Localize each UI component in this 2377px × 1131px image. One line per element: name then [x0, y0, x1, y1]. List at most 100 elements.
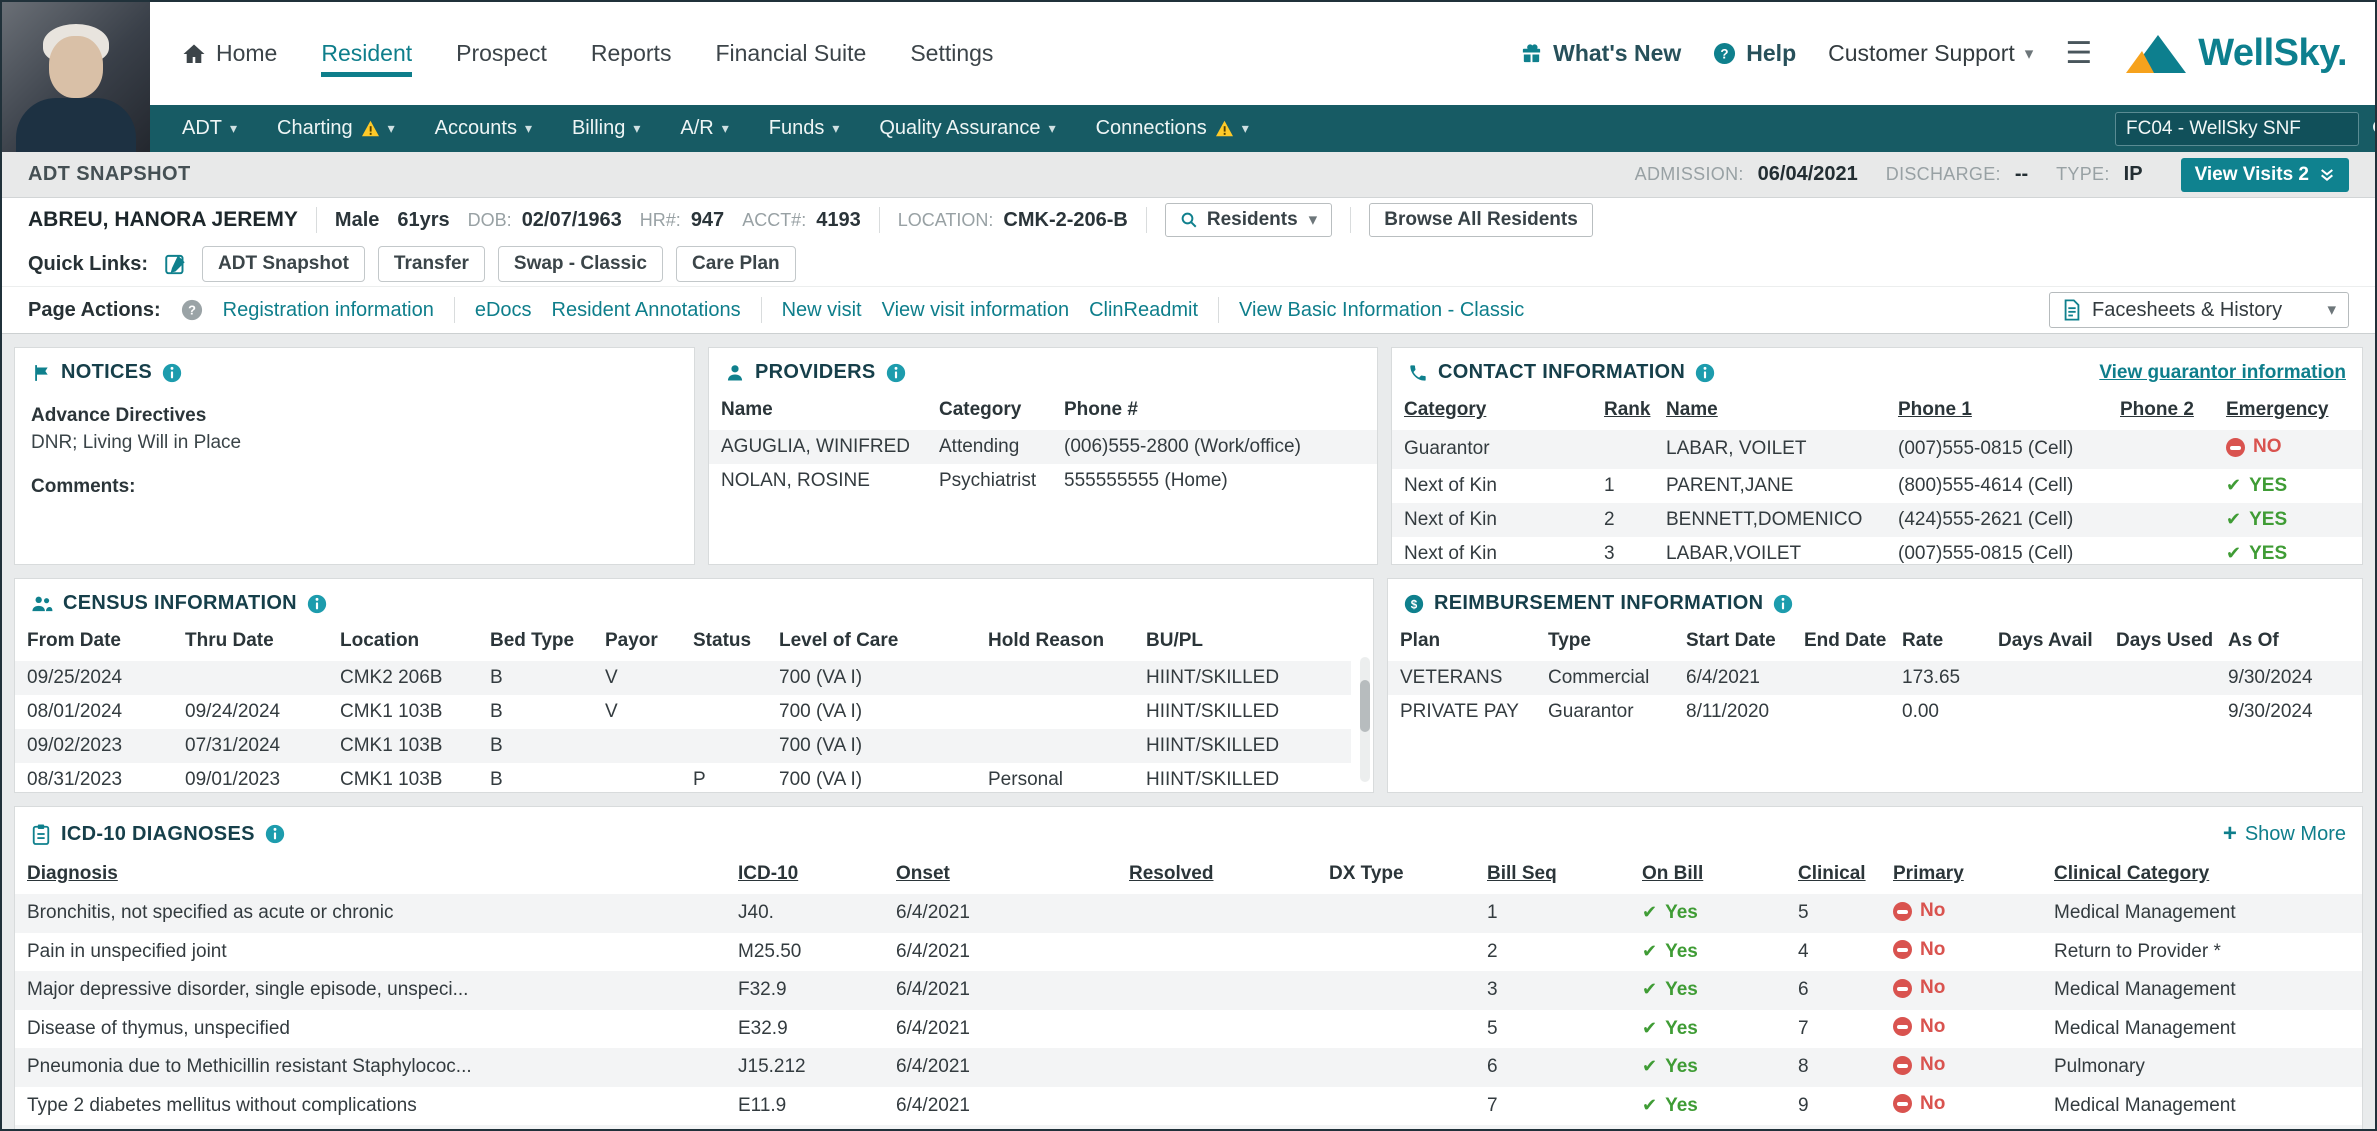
info-icon[interactable]	[1695, 363, 1715, 383]
table-cell: 6/4/2021	[884, 894, 1117, 933]
module-nav-charting[interactable]: Charting ▾	[277, 117, 395, 140]
column-header[interactable]: Name	[1654, 393, 1886, 430]
table-cell	[2108, 503, 2214, 537]
customer-support-menu[interactable]: Customer Support ▾	[1828, 40, 2033, 67]
module-nav-ar[interactable]: A/R▾	[680, 117, 728, 140]
column-header[interactable]: Phone 1	[1886, 393, 2108, 430]
column-header[interactable]: Resolved	[1117, 857, 1317, 894]
card-title: NOTICES	[61, 361, 152, 384]
table-cell	[1117, 1125, 1317, 1131]
module-nav-connections[interactable]: Connections ▾	[1096, 117, 1249, 140]
table-cell: Guarantor	[1392, 430, 1592, 469]
column-header[interactable]: Emergency	[2214, 393, 2362, 430]
info-icon[interactable]	[1773, 594, 1793, 614]
nav-item-financial-suite[interactable]: Financial Suite	[715, 40, 866, 67]
column-header[interactable]: DX Type	[1317, 857, 1475, 894]
contact-table: CategoryRankNamePhone 1Phone 2Emergency …	[1392, 393, 2362, 571]
phone-icon	[1408, 363, 1428, 383]
column-header[interactable]: Primary	[1881, 857, 2042, 894]
nav-item-label: Resident	[321, 40, 412, 67]
column-header[interactable]: Category	[1392, 393, 1592, 430]
edit-quick-links-icon[interactable]	[163, 251, 189, 277]
check-icon	[2226, 509, 2241, 531]
table-cell: 700 (VA I)	[767, 763, 976, 797]
card-row-1: NOTICES Advance Directives DNR; Living W…	[14, 347, 2363, 565]
help-link[interactable]: ? Help	[1713, 40, 1796, 67]
nav-item-reports[interactable]: Reports	[591, 40, 672, 67]
column-header[interactable]: Phone 2	[2108, 393, 2214, 430]
table-cell	[1117, 1087, 1317, 1126]
check-icon	[2226, 475, 2241, 497]
status-cell: No	[1881, 1010, 2042, 1049]
browse-all-residents-button[interactable]: Browse All Residents	[1369, 203, 1593, 237]
check-icon	[1642, 902, 1657, 924]
facesheets-history-dropdown[interactable]: Facesheets & History ▾	[2049, 292, 2349, 328]
link-edocs[interactable]: eDocs	[475, 299, 532, 322]
census-scrollbar-thumb[interactable]	[1360, 680, 1370, 733]
link-view-basic-information-classic[interactable]: View Basic Information - Classic	[1239, 299, 1524, 322]
module-nav-accounts[interactable]: Accounts▾	[435, 117, 532, 140]
contact-information-card: CONTACT INFORMATION View guarantor infor…	[1391, 347, 2363, 565]
nav-item-resident[interactable]: Resident	[321, 40, 412, 67]
warning-icon	[361, 120, 380, 137]
quick-link-adt-snapshot[interactable]: ADT Snapshot	[202, 246, 365, 282]
search-icon[interactable]	[2371, 118, 2377, 139]
link-new-visit[interactable]: New visit	[782, 299, 862, 322]
chevron-down-icon: ▾	[388, 120, 395, 137]
nav-item-home[interactable]: Home	[182, 40, 277, 67]
patient-sex: Male	[335, 209, 379, 232]
column-header[interactable]: Onset	[884, 857, 1117, 894]
column-header: Days Avail	[1986, 624, 2104, 661]
column-header[interactable]: On Bill	[1630, 857, 1786, 894]
column-header[interactable]: ICD-10	[726, 857, 884, 894]
link-clinreadmit[interactable]: ClinReadmit	[1089, 299, 1198, 322]
notices-card: NOTICES Advance Directives DNR; Living W…	[14, 347, 695, 565]
dob-label: DOB:	[468, 210, 512, 231]
info-icon[interactable]	[307, 594, 327, 614]
view-visits-button[interactable]: View Visits 2	[2181, 158, 2349, 192]
facility-search-input[interactable]	[2126, 118, 2371, 140]
no-status: No	[1893, 1093, 1945, 1115]
column-header: Status	[681, 624, 767, 661]
view-guarantor-link[interactable]: View guarantor information	[2099, 362, 2346, 384]
link-resident-annotations[interactable]: Resident Annotations	[552, 299, 741, 322]
link-registration-information[interactable]: Registration information	[223, 299, 434, 322]
table-cell: Pulmonary	[2042, 1048, 2362, 1087]
table-row: Disease of thymus, unspecifiedE32.96/4/2…	[15, 1010, 2362, 1049]
nav-item-prospect[interactable]: Prospect	[456, 40, 547, 67]
nav-item-settings[interactable]: Settings	[910, 40, 993, 67]
hamburger-menu-button[interactable]: ☰	[2065, 39, 2092, 69]
quick-link-care-plan[interactable]: Care Plan	[676, 246, 796, 282]
column-header[interactable]: Clinical	[1786, 857, 1881, 894]
admission-label: ADMISSION:	[1635, 164, 1744, 185]
module-nav-billing[interactable]: Billing▾	[572, 117, 640, 140]
quick-link-swap-classic[interactable]: Swap - Classic	[498, 246, 663, 282]
notices-body: Advance Directives DNR; Living Will in P…	[15, 393, 694, 500]
question-circle-icon[interactable]: ?	[181, 299, 203, 321]
wellsky-app: Home Resident Prospect Reports Financial…	[0, 0, 2377, 1131]
link-view-visit-information[interactable]: View visit information	[882, 299, 1069, 322]
module-nav-adt[interactable]: ADT▾	[182, 117, 237, 140]
column-header[interactable]: Clinical Category	[2042, 857, 2362, 894]
show-more-link[interactable]: + Show More	[2223, 820, 2346, 848]
residents-dropdown-button[interactable]: Residents ▾	[1165, 203, 1332, 237]
column-header[interactable]: Diagnosis	[15, 857, 726, 894]
nav-item-label: Home	[216, 40, 277, 67]
table-cell: 8	[1786, 1048, 1881, 1087]
check-icon	[1642, 979, 1657, 1001]
whats-new-link[interactable]: What's New	[1520, 40, 1681, 67]
module-nav-funds[interactable]: Funds▾	[769, 117, 840, 140]
column-header[interactable]: Rank	[1592, 393, 1654, 430]
table-cell: 09/02/2023	[15, 729, 173, 763]
column-header: Level of Care	[767, 624, 976, 661]
divider	[316, 207, 317, 233]
table-cell: V	[593, 661, 681, 695]
census-scrollbar[interactable]	[1360, 657, 1370, 782]
table-cell	[1986, 661, 2104, 695]
info-icon[interactable]	[162, 363, 182, 383]
info-icon[interactable]	[265, 824, 285, 844]
quick-link-transfer[interactable]: Transfer	[378, 246, 485, 282]
info-icon[interactable]	[886, 363, 906, 383]
module-nav-quality-assurance[interactable]: Quality Assurance▾	[879, 117, 1055, 140]
column-header[interactable]: Bill Seq	[1475, 857, 1630, 894]
